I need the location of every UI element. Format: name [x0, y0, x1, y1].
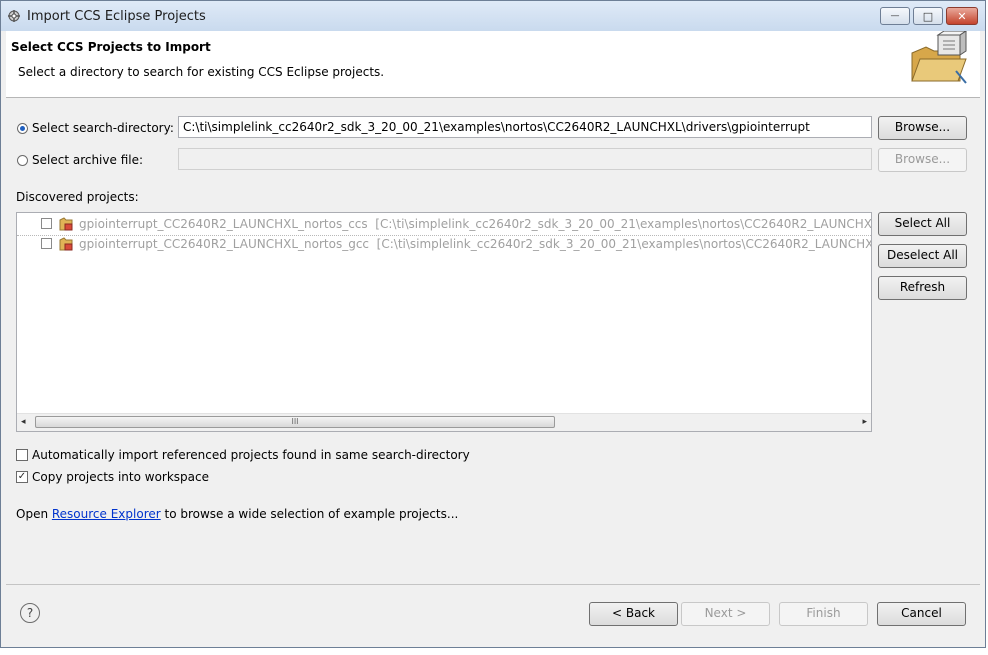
close-button[interactable]: ✕	[946, 7, 978, 25]
maximize-icon: □	[922, 9, 934, 23]
search-directory-browse-button[interactable]: Browse...	[878, 116, 967, 140]
resource-explorer-line: Open Resource Explorer to browse a wide …	[16, 507, 458, 521]
page-description: Select a directory to search for existin…	[18, 65, 385, 79]
project-row[interactable]: gpiointerrupt_CC2640R2_LAUNCHXL_nortos_g…	[17, 235, 872, 255]
check-mark-icon: ✓	[17, 471, 27, 482]
horizontal-scrollbar[interactable]: ◂ III ▸	[17, 413, 871, 431]
resource-explorer-link[interactable]: Resource Explorer	[52, 507, 161, 521]
page-title: Select CCS Projects to Import	[11, 40, 211, 54]
scroll-right-icon[interactable]: ▸	[862, 417, 867, 427]
next-button[interactable]: Next >	[681, 602, 770, 626]
search-directory-label: Select search-directory:	[32, 121, 174, 135]
select-all-button[interactable]: Select All	[878, 212, 967, 236]
scrollbar-thumb[interactable]: III	[35, 416, 555, 428]
search-directory-radio[interactable]	[17, 123, 28, 134]
project-icon	[59, 237, 73, 251]
archive-file-input[interactable]	[178, 148, 872, 170]
wizard-header: Select CCS Projects to Import Select a d…	[6, 31, 980, 98]
resource-suffix: to browse a wide selection of example pr…	[160, 507, 459, 521]
project-checkbox[interactable]	[41, 218, 52, 229]
resource-prefix: Open	[16, 507, 52, 521]
refresh-button[interactable]: Refresh	[878, 276, 967, 300]
copy-projects-checkbox[interactable]: ✓	[16, 471, 28, 483]
finish-button[interactable]: Finish	[779, 602, 868, 626]
project-name: gpiointerrupt_CC2640R2_LAUNCHXL_nortos_g…	[79, 237, 370, 251]
deselect-all-button[interactable]: Deselect All	[878, 244, 967, 268]
back-button[interactable]: < Back	[589, 602, 678, 626]
auto-import-checkbox[interactable]	[16, 449, 28, 461]
close-icon: ✕	[957, 9, 967, 23]
archive-browse-button[interactable]: Browse...	[878, 148, 967, 172]
maximize-button[interactable]: □	[913, 7, 943, 25]
import-folder-icon	[911, 31, 967, 84]
project-icon	[59, 217, 73, 231]
copy-projects-label: Copy projects into workspace	[32, 470, 210, 484]
minimize-button[interactable]: —	[880, 7, 910, 25]
scroll-left-icon[interactable]: ◂	[21, 417, 26, 427]
wizard-footer: ? < Back Next > Finish Cancel	[6, 584, 980, 643]
title-bar: Import CCS Eclipse Projects — □ ✕	[1, 1, 985, 31]
project-path: [C:\ti\simplelink_cc2640r2_sdk_3_20_00_2…	[375, 217, 872, 231]
project-path: [C:\ti\simplelink_cc2640r2_sdk_3_20_00_2…	[376, 237, 872, 251]
wizard-body: Select search-directory: C:\ti\simplelin…	[6, 98, 980, 584]
window-title: Import CCS Eclipse Projects	[27, 9, 206, 24]
archive-file-radio[interactable]	[17, 155, 28, 166]
ccs-app-icon	[8, 10, 20, 22]
minimize-icon: —	[890, 11, 900, 21]
help-icon[interactable]: ?	[20, 603, 40, 623]
discovered-projects-label: Discovered projects:	[16, 190, 139, 204]
project-name: gpiointerrupt_CC2640R2_LAUNCHXL_nortos_c…	[79, 217, 368, 231]
search-directory-input[interactable]: C:\ti\simplelink_cc2640r2_sdk_3_20_00_21…	[178, 116, 872, 138]
import-dialog: Import CCS Eclipse Projects — □ ✕ Select…	[0, 0, 986, 648]
cancel-button[interactable]: Cancel	[877, 602, 966, 626]
project-row[interactable]: gpiointerrupt_CC2640R2_LAUNCHXL_nortos_c…	[17, 215, 872, 236]
auto-import-label: Automatically import referenced projects…	[32, 448, 470, 462]
discovered-projects-list: gpiointerrupt_CC2640R2_LAUNCHXL_nortos_c…	[16, 212, 872, 432]
project-checkbox[interactable]	[41, 238, 52, 249]
archive-file-label: Select archive file:	[32, 153, 144, 167]
